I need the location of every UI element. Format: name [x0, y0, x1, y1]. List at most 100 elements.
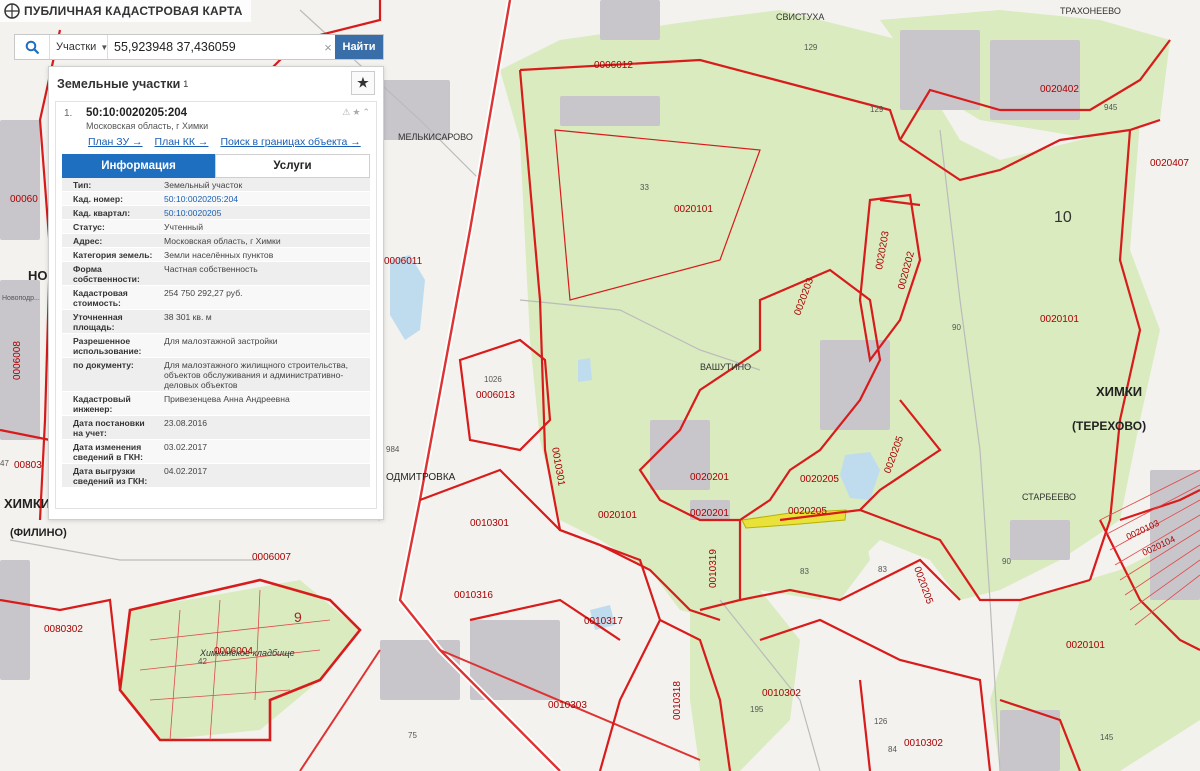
info-row-key: Статус: [73, 222, 105, 232]
card-index: 1. [64, 108, 73, 119]
quarter-0020201-b: 0020201 [690, 508, 729, 519]
quarter-0010316: 0010316 [454, 590, 493, 601]
quarter-0020101-bottom: 0020101 [598, 510, 637, 521]
info-row: Адрес: Московская область, г Химки [62, 234, 370, 248]
info-row-value: Привезенцева Анна Андреевна [164, 394, 290, 404]
number-75: 75 [408, 731, 417, 740]
number-1026: 1026 [484, 375, 502, 384]
label-no: НО [28, 268, 48, 283]
info-row: Тип: Земельный участок [62, 178, 370, 192]
info-row: Категория земель: Земли населённых пункто… [62, 248, 370, 262]
quarter-0006008: 0006008 [12, 341, 23, 380]
label-vashutino: ВАШУТИНО [700, 362, 751, 372]
label-mitrovka: ОДМИТРОВКА [386, 472, 456, 483]
info-row: Кадастровая стоимость: 254 750 292,27 руб… [62, 286, 370, 310]
info-row: Форма собственности: Частная собственност… [62, 262, 370, 286]
info-row: Разрешенное использование: Для малоэтажно… [62, 334, 370, 358]
info-row: Дата постановки на учет: 23.08.2016 [62, 416, 370, 440]
info-row-key: Разрешенное использование: [73, 336, 142, 356]
info-row: по документу: Для малоэтажного жилищного … [62, 358, 370, 392]
quarter-0010303: 0010303 [548, 700, 587, 711]
search-button[interactable]: Найти [335, 35, 383, 59]
favorite-button[interactable]: ★ [351, 71, 375, 95]
number-145: 145 [1100, 733, 1114, 742]
info-row: Кадастровый инженер: Привезенцева Анна Ан… [62, 392, 370, 416]
quarter-0020101-br: 0020101 [1066, 640, 1105, 651]
info-row: Кад. квартал: 50:10:0020205 [62, 206, 370, 220]
card-address: Московская область, г Химки [86, 121, 209, 131]
label-khimki: ХИМКИ [1096, 384, 1142, 399]
info-row-key: Адрес: [73, 236, 103, 246]
search-input[interactable] [108, 36, 321, 58]
number-195: 195 [750, 705, 764, 714]
search-icon [25, 40, 39, 54]
quarter-0010317: 0010317 [584, 616, 623, 627]
info-row-value: 38 301 кв. м [164, 312, 212, 322]
quarter-0020101-top: 0020101 [674, 204, 713, 215]
info-row-key: Категория земель: [73, 250, 153, 260]
card-header: 1. 50:10:0020205:204 Московская область,… [56, 102, 376, 136]
warning-icon[interactable]: ⚠ [342, 107, 352, 117]
info-row-value: Для малоэтажного жилищного строительства… [164, 360, 349, 390]
info-row-key: Уточненная площадь: [73, 312, 123, 332]
info-row-key: Тип: [73, 180, 92, 190]
card-links: План ЗУ → План КК → Поиск в границах объ… [56, 136, 376, 152]
number-42: 42 [198, 657, 207, 666]
label-filino: (ФИЛИНО) [10, 527, 67, 539]
results-panel: Земельные участки 1 ★ 1. 50:10:0020205:20… [48, 66, 384, 520]
clear-icon[interactable]: × [321, 40, 335, 55]
quarter-00060: 00060 [10, 194, 38, 205]
plan-kk-link[interactable]: План КК → [155, 136, 209, 152]
quarter-0010302-a: 0010302 [762, 688, 801, 699]
search-type-label: Участки [56, 41, 97, 53]
app-title: ПУБЛИЧНАЯ КАДАСТРОВАЯ КАРТА [24, 4, 243, 18]
info-row-value: Для малоэтажной застройки [164, 336, 278, 346]
quarter-0020201-a: 0020201 [690, 472, 729, 483]
globe-logo-icon [4, 3, 20, 19]
quarter-0020101-right: 0020101 [1040, 314, 1079, 325]
info-row-key: Форма собственности: [73, 264, 140, 284]
quarter-0010302-b: 0010302 [904, 738, 943, 749]
info-table: Тип: Земельный участок Кад. номер: 50:10:00… [62, 178, 370, 488]
info-row-key: Кад. номер: [73, 194, 123, 204]
info-row-key: Кадастровый инженер: [73, 394, 131, 414]
quarter-0006012: 0006012 [594, 60, 633, 71]
label-starbeevo: СТАРБЕЕВО [1022, 492, 1076, 502]
info-row-value[interactable]: 50:10:0020205 [158, 206, 370, 219]
number-126: 126 [874, 717, 888, 726]
number-33: 33 [640, 183, 649, 192]
info-row-value: 03.02.2017 [164, 442, 208, 452]
number-945: 945 [1104, 103, 1118, 112]
plan-zu-link[interactable]: План ЗУ → [88, 136, 143, 152]
results-count: 1 [183, 79, 189, 89]
info-row-value: Частная собственность [164, 264, 258, 274]
quarter-0020205-b: 0020205 [788, 506, 827, 517]
tab-services[interactable]: Услуги [215, 154, 370, 178]
tab-info[interactable]: Информация [62, 154, 215, 178]
search-in-bounds-link[interactable]: Поиск в границах объекта → [220, 136, 360, 152]
info-row: Уточненная площадь: 38 301 кв. м [62, 310, 370, 334]
number-90-b: 90 [1002, 557, 1011, 566]
card-tools[interactable]: ⚠★⌃ [342, 107, 372, 118]
label-khimki-left: ХИМКИ [4, 496, 50, 511]
info-row-value: Земли населённых пунктов [164, 250, 274, 260]
star-outline-icon[interactable]: ★ [352, 107, 362, 117]
quarter-0010319: 0010319 [708, 549, 719, 588]
info-row-value[interactable]: 50:10:0020205:204 [158, 192, 370, 205]
search-icon-button[interactable] [15, 35, 50, 59]
quarter-0020205-a: 0020205 [800, 474, 839, 485]
quarter-0020407: 0020407 [1150, 158, 1189, 169]
info-row-value: Учтенный [164, 222, 204, 232]
info-row-key: по документу: [73, 360, 134, 370]
quarter-0020402: 0020402 [1040, 84, 1079, 95]
search-type-select[interactable]: Участки ▼ [50, 35, 108, 59]
info-row-value: 04.02.2017 [164, 466, 208, 476]
label-terekhovo: (ТЕРЕХОВО) [1072, 419, 1146, 433]
info-row-key: Дата изменения сведений в ГКН: [73, 442, 143, 462]
number-83-a: 83 [800, 567, 809, 576]
star-icon: ★ [357, 75, 369, 90]
collapse-icon[interactable]: ⌃ [362, 107, 372, 117]
info-row-key: Кадастровая стоимость: [73, 288, 128, 308]
number-83-b: 83 [878, 565, 887, 574]
quarter-00803: 00803 [14, 460, 42, 471]
